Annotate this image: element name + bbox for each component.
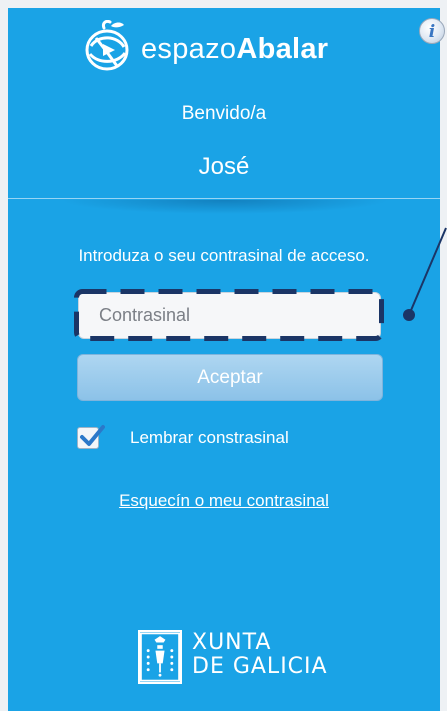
espazo-abalar-logo-icon	[85, 20, 129, 71]
app-logo: espazoAbalar	[84, 20, 384, 72]
galicia-emblem-icon	[138, 630, 182, 684]
accept-button[interactable]: Aceptar	[77, 354, 383, 401]
xunta-line-2: DE GALICIA	[192, 654, 328, 679]
divider-shadow	[60, 200, 390, 214]
remember-password-label[interactable]: Lembrar constrasinal	[130, 428, 289, 448]
password-input[interactable]	[78, 292, 381, 339]
remember-password-checkbox[interactable]	[77, 425, 105, 449]
xunta-line-1: XUNTA	[192, 630, 272, 655]
xunta-de-galicia-logo: XUNTA DE GALICIA	[138, 629, 328, 687]
logo-wordmark: espazoAbalar	[141, 33, 328, 66]
checkmark-icon	[80, 425, 105, 446]
info-icon: i	[428, 22, 436, 42]
password-instructions: Introduza o seu contrasinal de acceso.	[78, 246, 370, 265]
username-text: José	[198, 153, 250, 180]
logo-prefix: espazo	[141, 33, 237, 65]
xunta-wordmark: XUNTA DE GALICIA	[192, 631, 328, 679]
info-button[interactable]: i	[419, 18, 445, 44]
forgot-password-link[interactable]: Esquecín o meu contrasinal	[8, 491, 440, 511]
header-divider	[8, 198, 440, 199]
logo-suffix: Abalar	[236, 33, 329, 65]
welcome-text: Benvido/a	[181, 103, 267, 124]
